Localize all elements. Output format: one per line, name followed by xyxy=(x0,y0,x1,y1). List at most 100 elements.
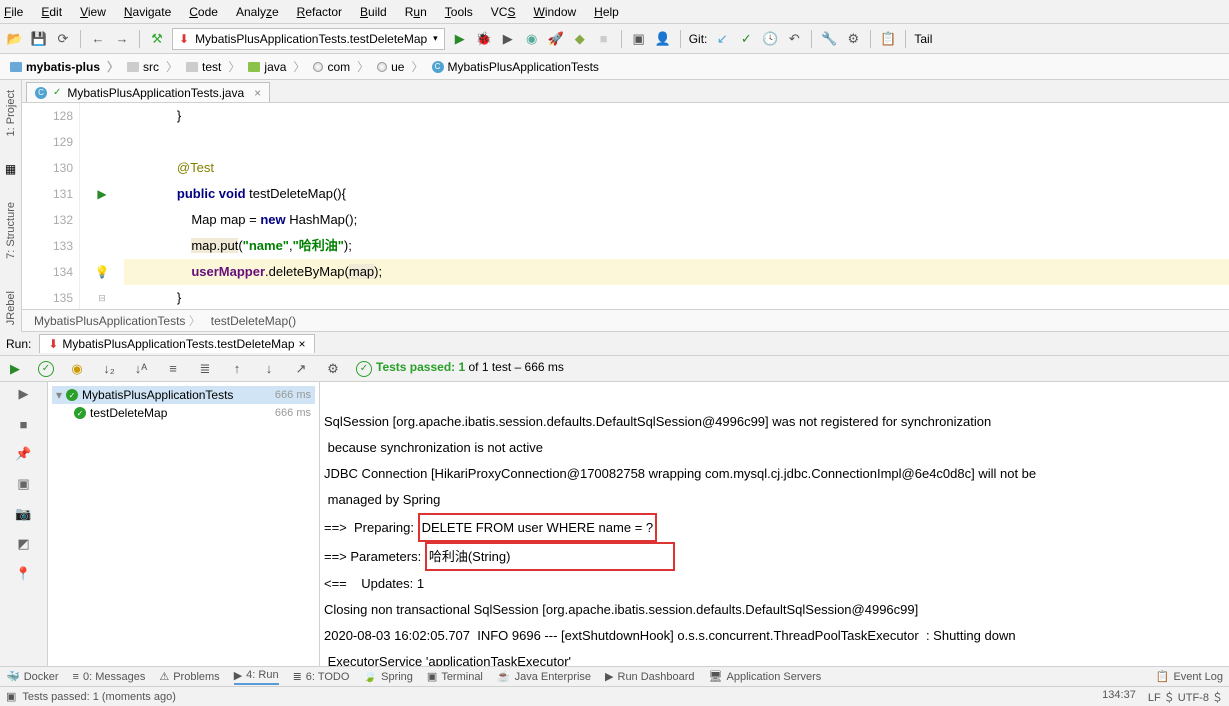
file-tab-active[interactable]: C ✓ MybatisPlusApplicationTests.java × xyxy=(26,82,270,102)
rocket-icon[interactable]: 🚀 xyxy=(547,30,565,48)
sort-icon[interactable]: ↓₂ xyxy=(100,360,118,378)
git-history-icon[interactable]: 🕓 xyxy=(761,30,779,48)
tree-root[interactable]: ▾✓ MybatisPlusApplicationTests 666 ms xyxy=(52,386,315,404)
run-tab-header: Run: ⬇ MybatisPlusApplicationTests.testD… xyxy=(0,332,1229,356)
run-tab-active[interactable]: ⬇ MybatisPlusApplicationTests.testDelete… xyxy=(39,334,314,353)
menu-edit[interactable]: Edit xyxy=(41,5,62,19)
open-icon[interactable]: 📂 xyxy=(6,30,24,48)
cursor-position[interactable]: 134:37 xyxy=(1102,689,1136,705)
crumb-root[interactable]: mybatis-plus xyxy=(6,58,123,75)
console-output[interactable]: SqlSession [org.apache.ibatis.session.de… xyxy=(320,382,1229,666)
menu-view[interactable]: View xyxy=(80,5,106,19)
hammer-icon[interactable]: ⚒ xyxy=(148,30,166,48)
down-icon[interactable]: ↓ xyxy=(260,360,278,378)
stop-icon[interactable]: ■ xyxy=(16,416,32,432)
pin-icon[interactable]: 📌 xyxy=(16,446,32,462)
menu-run[interactable]: Run xyxy=(405,5,427,19)
tw-app-servers[interactable]: 🖥 Application Servers xyxy=(709,670,822,683)
pin2-icon[interactable]: 📍 xyxy=(16,566,32,582)
forward-icon[interactable]: → xyxy=(113,30,131,48)
run-icon[interactable]: ▶ xyxy=(16,386,32,402)
tw-todo[interactable]: ≣ 6: TODO xyxy=(293,670,350,683)
coverage-icon[interactable]: ▶ xyxy=(499,30,517,48)
tw-run[interactable]: ▶ 4: Run xyxy=(234,669,279,685)
crumb-src[interactable]: src xyxy=(123,58,182,75)
save-icon[interactable]: 💾 xyxy=(30,30,48,48)
search-icon[interactable]: 🔧 xyxy=(820,30,838,48)
collapse-icon[interactable]: ≣ xyxy=(196,360,214,378)
main-toolbar: 📂 💾 ⟳ ← → ⚒ ⬇ MybatisPlusApplicationTest… xyxy=(0,24,1229,54)
status-bar: ▣ Tests passed: 1 (moments ago) 134:37 L… xyxy=(0,686,1229,706)
tw-docker[interactable]: 🐳 Docker xyxy=(6,670,59,683)
crumb2-class[interactable]: MybatisPlusApplicationTests xyxy=(34,312,201,329)
gear-icon[interactable]: ⚙ xyxy=(324,360,342,378)
tw-problems[interactable]: ⚠ Problems xyxy=(159,670,219,683)
side-project[interactable]: 1: Project xyxy=(5,84,17,142)
fold-icon[interactable]: ⊟ xyxy=(98,293,106,304)
layout-icon[interactable]: ▣ xyxy=(630,30,648,48)
crumb2-method[interactable]: testDeleteMap() xyxy=(211,314,296,328)
code-editor[interactable]: } @Test public void testDeleteMap(){ Map… xyxy=(124,103,1229,311)
run-test-gutter-icon[interactable]: ▶ xyxy=(97,187,106,201)
tw-event-log[interactable]: 📋 Event Log xyxy=(1156,670,1223,683)
settings-icon[interactable]: ⚙ xyxy=(844,30,862,48)
intention-bulb-icon[interactable]: 💡 xyxy=(95,265,110,279)
menu-navigate[interactable]: Navigate xyxy=(124,5,171,19)
crumb-class[interactable]: CMybatisPlusApplicationTests xyxy=(428,60,603,74)
menu-code[interactable]: Code xyxy=(189,5,218,19)
tw-messages[interactable]: ≡ 0: Messages xyxy=(73,671,146,683)
export-icon[interactable]: ↗ xyxy=(292,360,310,378)
profile-icon[interactable]: ◉ xyxy=(523,30,541,48)
run-config-label: MybatisPlusApplicationTests.testDeleteMa… xyxy=(195,32,427,46)
menu-file[interactable]: File xyxy=(4,5,23,19)
tw-java-ent[interactable]: ☕ Java Enterprise xyxy=(497,670,591,683)
tw-terminal[interactable]: ▣ Terminal xyxy=(427,670,483,683)
jrebel-icon[interactable]: ◆ xyxy=(571,30,589,48)
crumb-test[interactable]: test xyxy=(182,58,244,75)
menu-tools[interactable]: Tools xyxy=(445,5,473,19)
git-commit-icon[interactable]: ✓ xyxy=(737,30,755,48)
run-configuration-select[interactable]: ⬇ MybatisPlusApplicationTests.testDelete… xyxy=(172,28,445,50)
menu-refactor[interactable]: Refactor xyxy=(297,5,342,19)
side-structure[interactable]: 7: Structure xyxy=(5,196,17,265)
git-update-icon[interactable]: ↙ xyxy=(713,30,731,48)
camera-icon[interactable]: 📷 xyxy=(16,506,32,522)
tw-run-dash[interactable]: ▶ Run Dashboard xyxy=(605,670,695,683)
debug-icon[interactable]: 🐞 xyxy=(475,30,493,48)
status-icon[interactable]: ▣ xyxy=(6,690,16,703)
tw-spring[interactable]: 🍃 Spring xyxy=(363,670,413,683)
rerun-icon[interactable]: ▶ xyxy=(6,360,24,378)
crumb-ue[interactable]: ue xyxy=(373,58,427,75)
menu-analyze[interactable]: Analyze xyxy=(236,5,279,19)
crumb-java[interactable]: java xyxy=(244,58,309,75)
scroll-icon[interactable]: ◩ xyxy=(16,536,32,552)
up-icon[interactable]: ↑ xyxy=(228,360,246,378)
crumb-com[interactable]: com xyxy=(309,58,373,75)
layout-icon[interactable]: ▣ xyxy=(16,476,32,492)
side-jrebel[interactable]: JRebel xyxy=(5,285,17,331)
close-icon[interactable]: × xyxy=(254,86,261,100)
tree-child[interactable]: ✓ testDeleteMap 666 ms xyxy=(52,404,315,422)
git-revert-icon[interactable]: ↶ xyxy=(785,30,803,48)
gutter-icons: ▶ 💡 ⊟ xyxy=(80,103,124,311)
refresh-icon[interactable]: ⟳ xyxy=(54,30,72,48)
run-icon[interactable]: ▶ xyxy=(451,30,469,48)
toggle-icon[interactable]: ◉ xyxy=(68,360,86,378)
menu-build[interactable]: Build xyxy=(360,5,387,19)
side-project-icon[interactable]: ▦ xyxy=(5,162,16,176)
tail-label[interactable]: Tail xyxy=(914,32,932,46)
editor-breadcrumb: MybatisPlusApplicationTests testDeleteMa… xyxy=(22,309,1229,332)
back-icon[interactable]: ← xyxy=(89,30,107,48)
sort2-icon[interactable]: ↓ᴬ xyxy=(132,360,150,378)
menu-window[interactable]: Window xyxy=(533,5,576,19)
stop-icon[interactable]: ■ xyxy=(595,30,613,48)
copy-icon[interactable]: 📋 xyxy=(879,30,897,48)
menu-help[interactable]: Help xyxy=(594,5,619,19)
line-gutter: 128129130131132133134135 xyxy=(22,103,80,311)
menu-vcs[interactable]: VCS xyxy=(491,5,516,19)
close-icon[interactable]: × xyxy=(299,337,306,351)
class-icon: C xyxy=(35,87,47,99)
expand-icon[interactable]: ≡ xyxy=(164,360,182,378)
avatar-icon[interactable]: 👤 xyxy=(654,30,672,48)
encoding[interactable]: LF ＄ UTF-8 ＄ xyxy=(1148,689,1223,705)
